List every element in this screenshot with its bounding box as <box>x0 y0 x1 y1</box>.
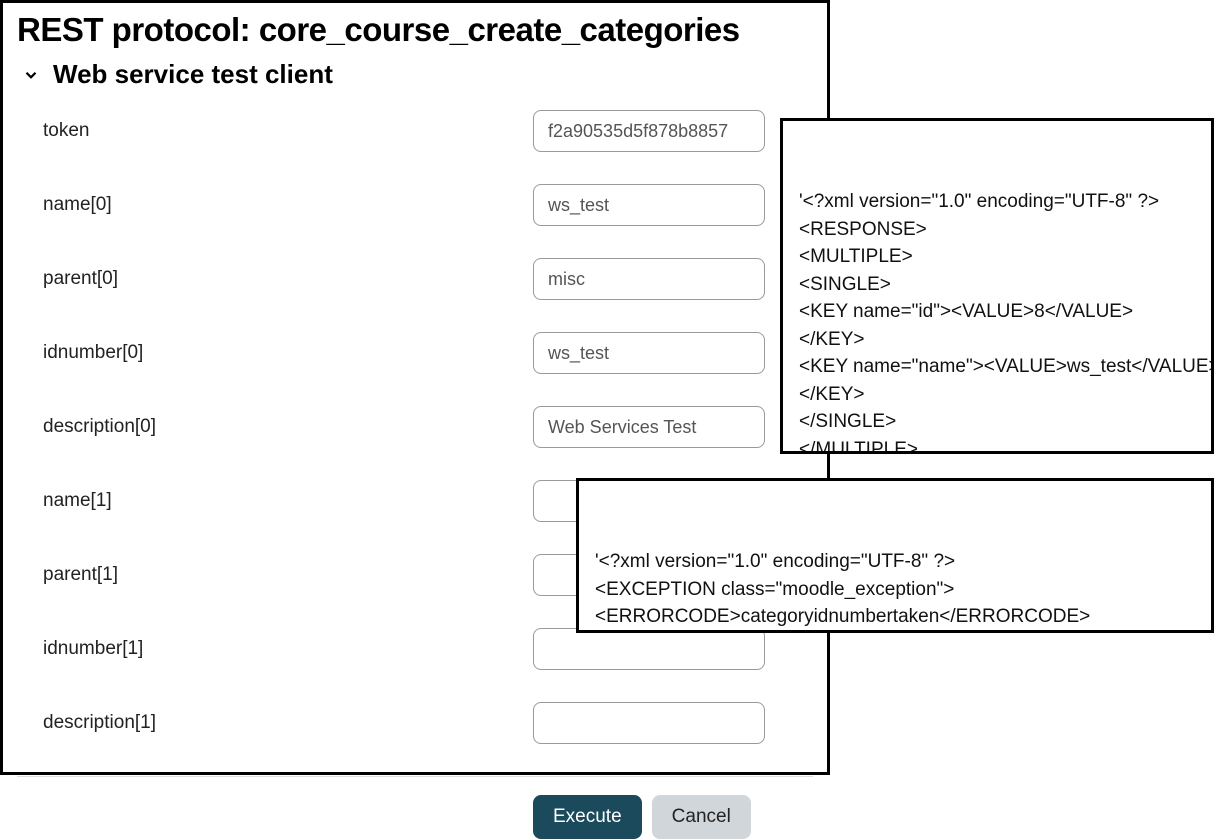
form-row-idnumber0: idnumber[0] <box>17 332 813 374</box>
input-name0[interactable] <box>533 184 765 226</box>
form-row-name0: name[0] <box>17 184 813 226</box>
input-parent0[interactable] <box>533 258 765 300</box>
section-header[interactable]: Web service test client <box>17 59 813 90</box>
label-name1: name[1] <box>43 490 533 512</box>
chevron-down-icon <box>17 61 45 89</box>
section-title: Web service test client <box>53 59 333 90</box>
cancel-button[interactable]: Cancel <box>652 795 751 839</box>
label-parent0: parent[0] <box>43 268 533 290</box>
label-parent1: parent[1] <box>43 564 533 586</box>
form-row-description1: description[1] <box>17 702 813 744</box>
response-success-text: '<?xml version="1.0" encoding="UTF-8" ?>… <box>799 188 1195 454</box>
input-idnumber0[interactable] <box>533 332 765 374</box>
execute-button[interactable]: Execute <box>533 795 642 839</box>
main-panel: REST protocol: core_course_create_catego… <box>0 0 830 775</box>
form-row-parent0: parent[0] <box>17 258 813 300</box>
form-row-description0: description[0] <box>17 406 813 448</box>
label-idnumber0: idnumber[0] <box>43 342 533 364</box>
label-description1: description[1] <box>43 712 533 734</box>
input-description0[interactable] <box>533 406 765 448</box>
input-description1[interactable] <box>533 702 765 744</box>
form-row-idnumber1: idnumber[1] <box>17 628 813 670</box>
label-description0: description[0] <box>43 416 533 438</box>
label-token: token <box>43 120 533 142</box>
form-divider <box>17 776 813 777</box>
input-idnumber1[interactable] <box>533 628 765 670</box>
label-name0: name[0] <box>43 194 533 216</box>
page-title: REST protocol: core_course_create_catego… <box>17 11 813 49</box>
input-token[interactable] <box>533 110 765 152</box>
button-row: Execute Cancel <box>17 795 813 839</box>
response-success-box: '<?xml version="1.0" encoding="UTF-8" ?>… <box>780 118 1214 454</box>
form-row-token: token <box>17 110 813 152</box>
response-error-box: '<?xml version="1.0" encoding="UTF-8" ?>… <box>576 478 1214 633</box>
label-idnumber1: idnumber[1] <box>43 638 533 660</box>
response-error-text: '<?xml version="1.0" encoding="UTF-8" ?>… <box>595 548 1195 633</box>
